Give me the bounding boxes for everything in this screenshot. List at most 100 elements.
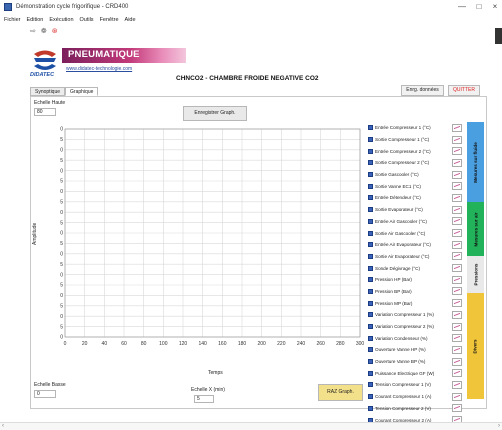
trace-style-icon[interactable] [452, 357, 462, 366]
legend-item[interactable]: Pression MP (Bar) [368, 297, 466, 309]
legend-checkbox[interactable] [368, 405, 373, 411]
legend-item[interactable]: Pression HP (Bar) [368, 274, 466, 286]
legend-item[interactable]: Ouverture Vanne HP (%) [368, 344, 466, 356]
legend-item[interactable]: Tension Compresseur 2 (V) [368, 403, 466, 415]
quit-button[interactable]: QUITTER [448, 85, 480, 96]
menu-execution[interactable]: Exécution [49, 17, 73, 23]
abort-icon[interactable]: ⊛ [52, 27, 58, 35]
trace-style-icon[interactable] [452, 322, 462, 331]
trace-style-icon[interactable] [452, 334, 462, 343]
save-graph-button[interactable]: Enregistrer Graph. [183, 106, 247, 121]
legend-item[interactable]: Sortie Compresseur 2 (°C) [368, 157, 466, 169]
trace-style-icon[interactable] [452, 170, 462, 179]
legend-checkbox[interactable] [368, 382, 373, 388]
trace-style-icon[interactable] [452, 369, 462, 378]
legend-checkbox[interactable] [368, 359, 373, 365]
legend-checkbox[interactable] [368, 183, 373, 189]
legend-item[interactable]: Tension Compresseur 1 (V) [368, 379, 466, 391]
legend-item[interactable]: Sortie Evaporateur (°C) [368, 204, 466, 216]
trace-style-icon[interactable] [452, 252, 462, 261]
legend-checkbox[interactable] [368, 207, 373, 213]
legend-checkbox[interactable] [368, 137, 373, 143]
trace-style-icon[interactable] [452, 123, 462, 132]
legend-checkbox[interactable] [368, 253, 373, 259]
trace-style-icon[interactable] [452, 182, 462, 191]
trace-style-icon[interactable] [452, 205, 462, 214]
legend-item[interactable]: Sortie Air Gascooler (°C) [368, 227, 466, 239]
legend-item[interactable]: Ouverture Vanne BP (%) [368, 356, 466, 368]
legend-item[interactable]: Entrée Air Evaporateur (°C) [368, 239, 466, 251]
echelle-basse-input[interactable]: 0 [34, 390, 56, 398]
legend-item[interactable]: Sortie Gascooler (°C) [368, 169, 466, 181]
legend-checkbox[interactable] [368, 218, 373, 224]
trace-style-icon[interactable] [452, 264, 462, 273]
legend-checkbox[interactable] [368, 242, 373, 248]
trace-style-icon[interactable] [452, 217, 462, 226]
legend-checkbox[interactable] [368, 300, 373, 306]
legend-checkbox[interactable] [368, 195, 373, 201]
tab-synoptique[interactable]: Synoptique [30, 87, 66, 96]
trace-style-icon[interactable] [452, 147, 462, 156]
legend-item[interactable]: Entrée Air Gascooler (°C) [368, 216, 466, 228]
legend-item[interactable]: Entrée Compresseur 2 (°C) [368, 145, 466, 157]
brand-url-link[interactable]: www.didatec-technologie.com [66, 66, 132, 72]
trace-style-icon[interactable] [452, 310, 462, 319]
maximize-button[interactable]: □ [473, 2, 485, 11]
legend-checkbox[interactable] [368, 324, 373, 330]
legend-checkbox[interactable] [368, 230, 373, 236]
tab-graphique[interactable]: Graphique [65, 87, 99, 96]
legend-item[interactable]: Entrée Détendeur (°C) [368, 192, 466, 204]
legend-item[interactable]: Sortie Vanne EC1 (°C) [368, 180, 466, 192]
legend-checkbox[interactable] [368, 148, 373, 154]
echelle-haute-input[interactable]: 80 [34, 108, 56, 116]
trace-style-icon[interactable] [452, 193, 462, 202]
trace-style-icon[interactable] [452, 299, 462, 308]
menu-fenetre[interactable]: Fenêtre [100, 17, 119, 23]
save-data-button[interactable]: Enrg. données [401, 85, 444, 96]
run-continuous-icon[interactable]: ❁ [41, 27, 47, 35]
trace-style-icon[interactable] [452, 135, 462, 144]
legend-item[interactable]: Sortie Air Evaporateur (°C) [368, 251, 466, 263]
trace-style-icon[interactable] [452, 392, 462, 401]
legend-checkbox[interactable] [368, 160, 373, 166]
trace-style-icon[interactable] [452, 380, 462, 389]
menu-outils[interactable]: Outils [80, 17, 94, 23]
close-button[interactable]: × [489, 2, 501, 11]
legend-checkbox[interactable] [368, 335, 373, 341]
menu-edition[interactable]: Edition [27, 17, 44, 23]
trace-style-icon[interactable] [452, 345, 462, 354]
legend-checkbox[interactable] [368, 370, 373, 376]
legend-item[interactable]: Courant Compresseur 1 (A) [368, 391, 466, 403]
side-scroll-handle[interactable] [495, 28, 502, 44]
legend-item[interactable]: Entrée Compresseur 1 (°C) [368, 122, 466, 134]
trace-style-icon[interactable] [452, 240, 462, 249]
legend-item[interactable]: Variation Compresseur 1 (%) [368, 309, 466, 321]
legend-checkbox[interactable] [368, 277, 373, 283]
legend-checkbox[interactable] [368, 288, 373, 294]
legend-checkbox[interactable] [368, 394, 373, 400]
trace-style-icon[interactable] [452, 275, 462, 284]
legend-item[interactable]: Sortie Compresseur 1 (°C) [368, 134, 466, 146]
trace-style-icon[interactable] [452, 158, 462, 167]
trace-style-icon[interactable] [452, 287, 462, 296]
legend-checkbox[interactable] [368, 125, 373, 131]
minimize-button[interactable]: — [456, 2, 468, 11]
legend-item[interactable]: Variation Compresseur 2 (%) [368, 321, 466, 333]
horizontal-scrollbar[interactable]: ‹ › [0, 422, 502, 430]
echelle-x-input[interactable]: 5 [194, 395, 214, 403]
raz-graph-button[interactable]: RAZ Graph. [318, 384, 363, 401]
legend-checkbox[interactable] [368, 265, 373, 271]
menu-fichier[interactable]: Fichier [4, 17, 21, 23]
run-arrow-icon[interactable]: ⇨ [30, 27, 36, 35]
legend-item[interactable]: Pression BP (Bar) [368, 286, 466, 298]
trace-style-icon[interactable] [452, 404, 462, 413]
scroll-right-icon[interactable]: › [498, 423, 500, 429]
legend-checkbox[interactable] [368, 347, 373, 353]
scroll-left-icon[interactable]: ‹ [2, 423, 4, 429]
menu-aide[interactable]: Aide [125, 17, 136, 23]
legend-item[interactable]: Sonde Dégivrage (°C) [368, 262, 466, 274]
legend-checkbox[interactable] [368, 172, 373, 178]
legend-item[interactable]: Puissance Electrique GF (W) [368, 367, 466, 379]
trace-style-icon[interactable] [452, 229, 462, 238]
legend-checkbox[interactable] [368, 312, 373, 318]
